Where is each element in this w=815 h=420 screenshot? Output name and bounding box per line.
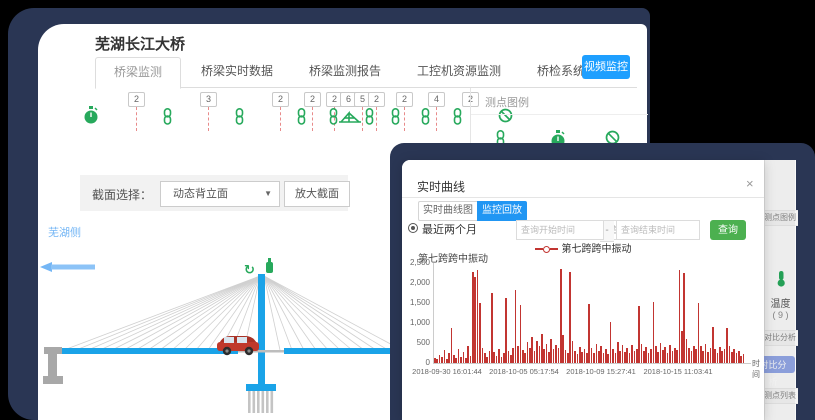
pylon-piles — [248, 391, 273, 413]
chain-sensor-icon[interactable] — [296, 108, 307, 130]
vibration-series — [434, 263, 748, 363]
section-select-value: 动态背立面 — [173, 188, 228, 200]
section-toolbar: 截面选择： 动态背立面 ▼ 放大截面 — [80, 175, 348, 211]
y-tick-label: 0 — [402, 358, 430, 367]
sensor-dash-line — [362, 107, 363, 131]
x-axis — [433, 363, 751, 364]
sensor-count-badge: 2 — [128, 92, 145, 107]
left-arrow-shaft — [51, 265, 95, 270]
realtime-curve-dialog: 实时曲线 × 实时曲线图 监控回放 最近两个月 - 第七跨跨中振动 第七跨跨中振… — [402, 160, 764, 420]
y-tick-label: 2,500 — [402, 258, 430, 267]
sensor-dash-line — [404, 107, 405, 131]
left-pier — [43, 347, 63, 384]
tab-3[interactable]: 工控机资源监测 — [399, 57, 519, 86]
pylon-pier-cap — [246, 384, 276, 391]
legend-label: 第七跨跨中振动 — [562, 244, 632, 255]
sensor-count-badge: 2 — [272, 92, 289, 107]
chain-sensor-icon[interactable] — [452, 108, 463, 130]
sensor-count-badge: 2 — [396, 92, 413, 107]
query-start-time-input[interactable] — [516, 220, 604, 240]
query-end-time-input[interactable] — [616, 220, 700, 240]
x-axis-name: 时间 — [752, 358, 764, 380]
timer-icon[interactable] — [83, 106, 99, 130]
sensor-count-badge: 2 — [304, 92, 321, 107]
bridge-pylon — [258, 274, 265, 384]
x-tick-label: 2018-10-09 15:27:41 — [561, 367, 641, 376]
video-monitor-button[interactable]: 视频监控 — [582, 55, 630, 79]
bridge-deck-left — [58, 348, 238, 354]
divider — [471, 114, 648, 115]
sensor-strip: 23222652242 — [38, 90, 538, 146]
sensor-dash-line — [436, 107, 437, 131]
bridge-deck-right — [284, 348, 398, 354]
section-select-dropdown[interactable]: 动态背立面 ▼ — [160, 181, 280, 207]
legend-panel-title: 测点图例 — [485, 94, 529, 110]
section-select-label: 截面选择： — [92, 186, 152, 203]
tab-bar: 桥梁监测桥梁实时数据桥梁监测报告工控机资源监测桥检系统报警 — [95, 57, 637, 88]
last-two-months-radio[interactable] — [408, 223, 418, 233]
query-button[interactable]: 查询 — [710, 220, 746, 240]
dialog-title: 实时曲线 — [417, 178, 465, 195]
tab-2[interactable]: 桥梁监测报告 — [291, 57, 399, 86]
close-icon[interactable]: × — [746, 176, 754, 191]
x-tick-label: 2018-10-15 11:03:41 — [638, 367, 718, 376]
y-tick-label: 500 — [402, 338, 430, 347]
chain-sensor-icon[interactable] — [234, 108, 245, 130]
divider — [402, 197, 764, 198]
x-tick-label: 2018-09-30 16:01:44 — [407, 367, 487, 376]
chain-sensor-icon[interactable] — [162, 108, 173, 130]
tab-realtime-curve[interactable]: 实时曲线图 — [418, 201, 478, 221]
sensor-dash-line — [312, 107, 313, 131]
modal-backdrop — [764, 160, 795, 420]
page-title: 芜湖长江大桥 — [95, 33, 185, 54]
chevron-down-icon: ▼ — [264, 182, 272, 206]
sensor-dash-line — [208, 107, 209, 131]
chain-sensor-icon[interactable] — [420, 108, 431, 130]
x-tick-label: 2018-10-05 05:17:54 — [484, 367, 564, 376]
radio-dot — [411, 226, 415, 230]
bridge-illustration: ↻ — [38, 218, 398, 420]
enlarge-section-button[interactable]: 放大截面 — [284, 181, 350, 207]
sensor-count-badge: 3 — [200, 92, 217, 107]
last-two-months-label: 最近两个月 — [422, 221, 477, 237]
chain-sensor-icon[interactable] — [364, 108, 375, 130]
sensor-dash-line — [376, 107, 377, 131]
sensor-count-badge: 4 — [428, 92, 445, 107]
chain-sensor-icon[interactable] — [390, 108, 401, 130]
window-realtime-curve: 测点图例 温度 ( 9 ) 对比分析 对比分析 故障测点列表 实时曲线 × 实时… — [402, 160, 795, 420]
tab-0[interactable]: 桥梁监测 — [95, 57, 181, 89]
y-tick-label: 1,500 — [402, 298, 430, 307]
tab-1[interactable]: 桥梁实时数据 — [183, 57, 291, 86]
sensor-count-badge: 2 — [368, 92, 385, 107]
pylon-sensor-icon — [266, 258, 273, 273]
legend-symbol — [535, 244, 558, 255]
left-arrow-icon — [40, 262, 52, 272]
rotation-sensor-icon: ↻ — [244, 262, 255, 277]
bridge-sensor-icon[interactable] — [338, 109, 362, 130]
sensor-dash-line — [280, 107, 281, 131]
sensor-dash-line — [136, 107, 137, 131]
y-tick-label: 1,000 — [402, 318, 430, 327]
y-tick-label: 2,000 — [402, 278, 430, 287]
tab-monitor-playback[interactable]: 监控回放 — [477, 201, 527, 221]
